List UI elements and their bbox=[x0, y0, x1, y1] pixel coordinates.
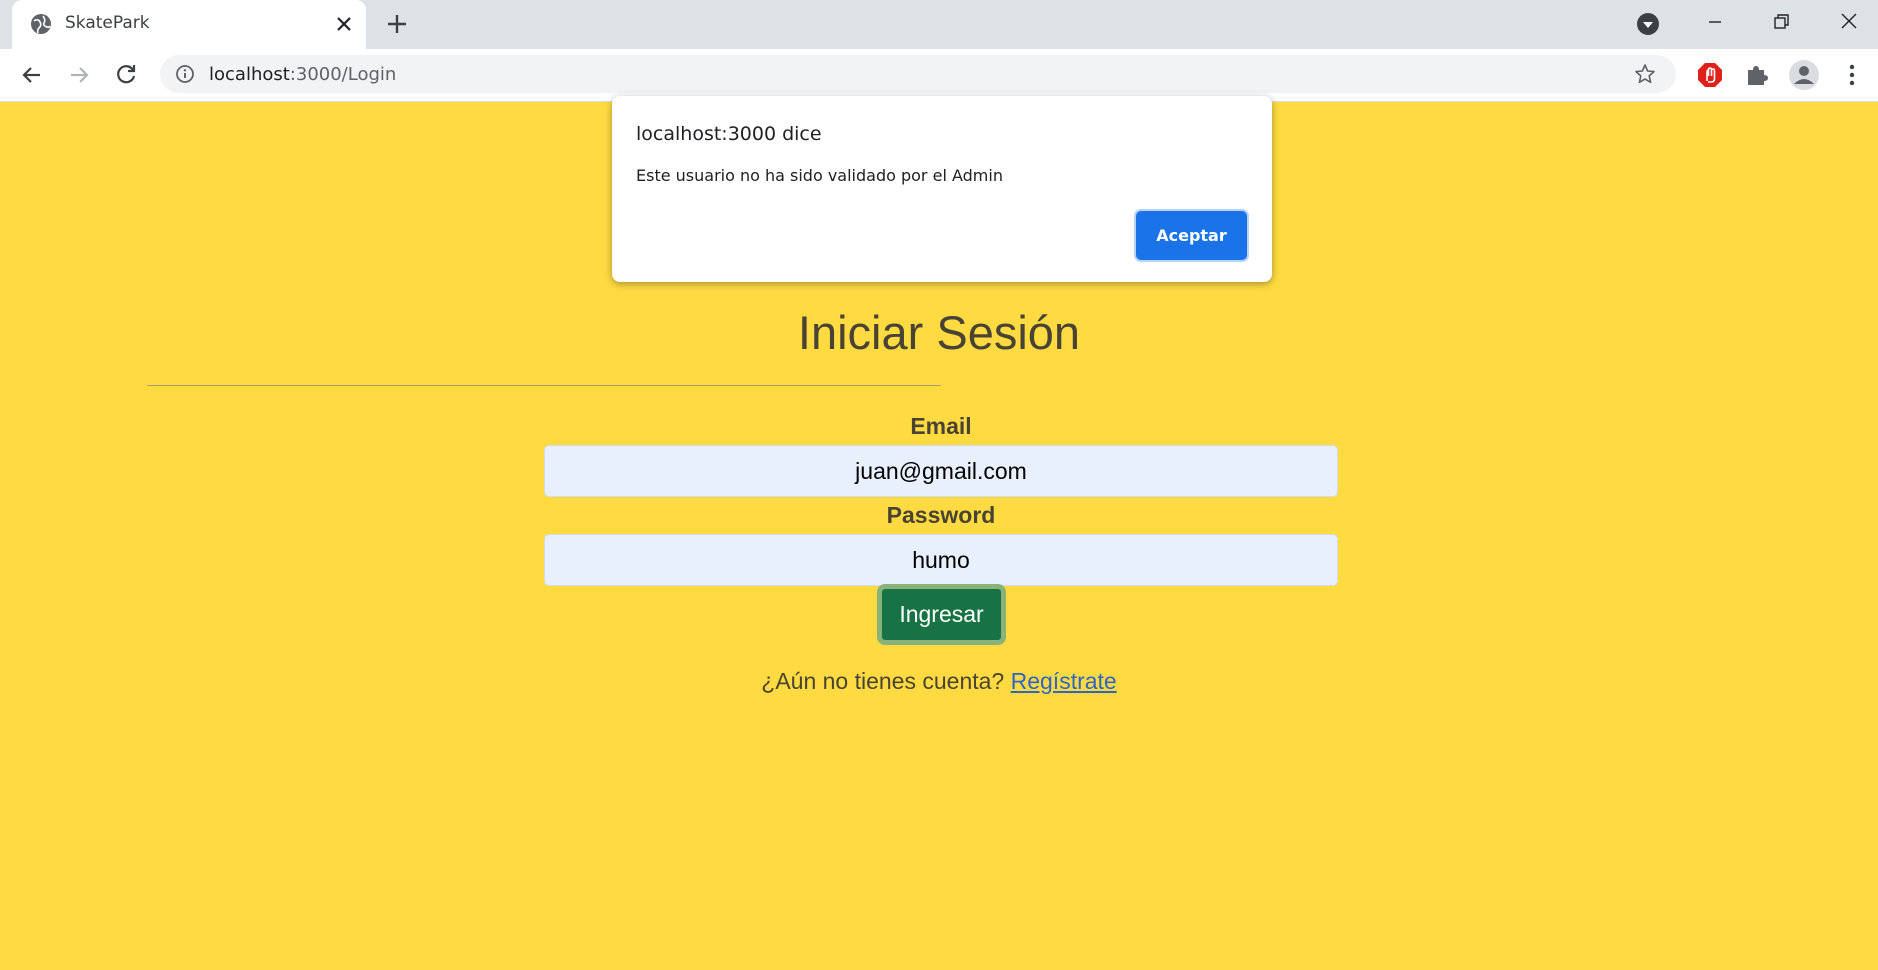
address-bar[interactable]: localhost:3000/Login bbox=[160, 55, 1676, 93]
close-icon[interactable] bbox=[332, 12, 356, 36]
register-prompt: ¿Aún no tienes cuenta? bbox=[761, 668, 1005, 694]
register-prompt-line: ¿Aún no tienes cuenta? Regístrate bbox=[0, 668, 1878, 695]
info-icon[interactable] bbox=[175, 64, 195, 84]
restore-icon[interactable] bbox=[1766, 8, 1796, 36]
login-submit-button[interactable]: Ingresar bbox=[877, 584, 1006, 645]
plus-icon[interactable] bbox=[384, 11, 410, 37]
alert-dialog: localhost:3000 dice Este usuario no ha s… bbox=[612, 96, 1272, 282]
register-link[interactable]: Regístrate bbox=[1011, 668, 1117, 694]
tab-strip: SkatePark bbox=[0, 0, 1878, 49]
adblock-icon[interactable] bbox=[1696, 61, 1724, 89]
email-label: Email bbox=[910, 413, 972, 439]
title-divider bbox=[147, 385, 941, 386]
forward-arrow-icon[interactable] bbox=[65, 61, 93, 89]
browser-toolbar: localhost:3000/Login bbox=[0, 49, 1878, 102]
tab-title: SkatePark bbox=[65, 13, 150, 33]
password-label: Password bbox=[886, 502, 996, 528]
minimize-icon[interactable] bbox=[1700, 8, 1730, 36]
globe-icon bbox=[31, 14, 51, 34]
window-close-icon[interactable] bbox=[1834, 8, 1864, 36]
back-arrow-icon[interactable] bbox=[18, 61, 46, 89]
url-text: localhost:3000/Login bbox=[209, 64, 396, 85]
page-title: Iniciar Sesión bbox=[797, 306, 1081, 359]
puzzle-icon[interactable] bbox=[1743, 61, 1771, 89]
password-field[interactable] bbox=[544, 534, 1338, 586]
reload-icon[interactable] bbox=[112, 61, 140, 89]
dialog-title: localhost:3000 dice bbox=[636, 123, 822, 145]
star-icon[interactable] bbox=[1634, 63, 1656, 85]
kebab-menu-icon[interactable] bbox=[1838, 61, 1866, 89]
tab-search-icon[interactable] bbox=[1636, 12, 1660, 36]
url-path: :3000/Login bbox=[289, 64, 397, 85]
dialog-message: Este usuario no ha sido validado por el … bbox=[636, 166, 1003, 185]
url-host: localhost bbox=[209, 64, 290, 85]
browser-tab[interactable]: SkatePark bbox=[12, 0, 366, 49]
profile-icon[interactable] bbox=[1788, 59, 1820, 91]
dialog-ok-button[interactable]: Aceptar bbox=[1136, 211, 1247, 260]
email-field[interactable] bbox=[544, 445, 1338, 497]
